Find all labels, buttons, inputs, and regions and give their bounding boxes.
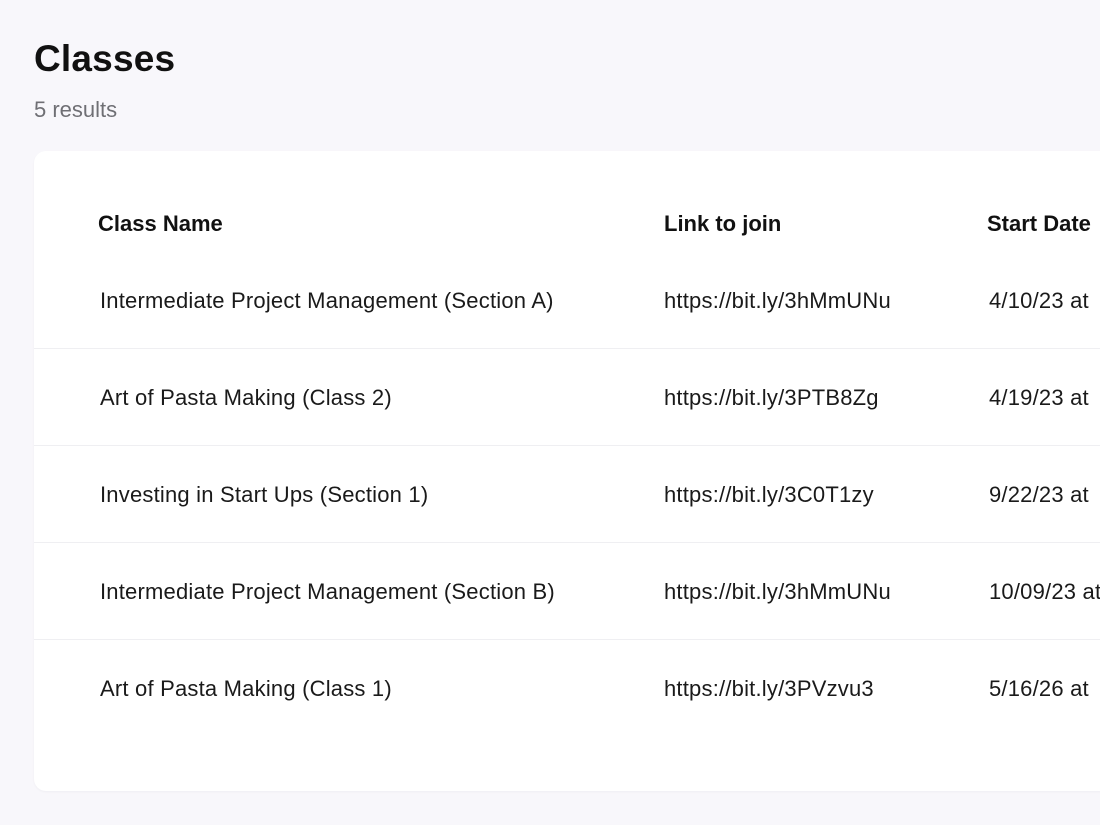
start-date-cell: 9/22/23 at xyxy=(989,482,1089,507)
column-header-link[interactable]: Link to join xyxy=(664,201,781,247)
join-link[interactable]: https://bit.ly/3hMmUNu xyxy=(664,288,891,313)
class-name-cell: Intermediate Project Management (Section… xyxy=(100,288,554,313)
column-header-start-date[interactable]: Start Date xyxy=(987,201,1091,247)
result-count: 5 results xyxy=(34,97,118,122)
join-link-cell: https://bit.ly/3hMmUNu xyxy=(664,543,891,640)
join-link[interactable]: https://bit.ly/3PVzvu3 xyxy=(664,676,874,701)
class-name-cell: Intermediate Project Management (Section… xyxy=(100,579,555,604)
start-date-cell: 4/10/23 at xyxy=(989,288,1089,313)
start-date-cell: 5/16/26 at xyxy=(989,676,1089,701)
class-name-cell: Art of Pasta Making (Class 1) xyxy=(100,676,392,701)
join-link-cell: https://bit.ly/3C0T1zy xyxy=(664,446,874,543)
join-link-cell: https://bit.ly/3PVzvu3 xyxy=(664,640,874,737)
table-row[interactable]: Art of Pasta Making (Class 2) https://bi… xyxy=(34,349,1100,446)
table-row[interactable]: Intermediate Project Management (Section… xyxy=(34,543,1100,640)
column-header-class-name[interactable]: Class Name xyxy=(98,201,223,247)
table-row[interactable]: Art of Pasta Making (Class 1) https://bi… xyxy=(34,640,1100,737)
classes-page: Classes 5 results Class Name Link to joi… xyxy=(0,0,1100,825)
class-name-cell: Investing in Start Ups (Section 1) xyxy=(100,482,429,507)
class-name-cell: Art of Pasta Making (Class 2) xyxy=(100,385,392,410)
join-link-cell: https://bit.ly/3hMmUNu xyxy=(664,252,891,349)
start-date-cell: 4/19/23 at xyxy=(989,385,1089,410)
classes-table: Class Name Link to join Start Date Inter… xyxy=(34,151,1100,791)
start-date-cell: 10/09/23 at xyxy=(989,579,1100,604)
table-row[interactable]: Investing in Start Ups (Section 1) https… xyxy=(34,446,1100,543)
table-header: Class Name Link to join Start Date xyxy=(34,201,1100,247)
join-link[interactable]: https://bit.ly/3PTB8Zg xyxy=(664,385,879,410)
table-row[interactable]: Intermediate Project Management (Section… xyxy=(34,252,1100,349)
join-link[interactable]: https://bit.ly/3hMmUNu xyxy=(664,579,891,604)
join-link-cell: https://bit.ly/3PTB8Zg xyxy=(664,349,879,446)
page-title: Classes xyxy=(34,38,176,79)
join-link[interactable]: https://bit.ly/3C0T1zy xyxy=(664,482,874,507)
